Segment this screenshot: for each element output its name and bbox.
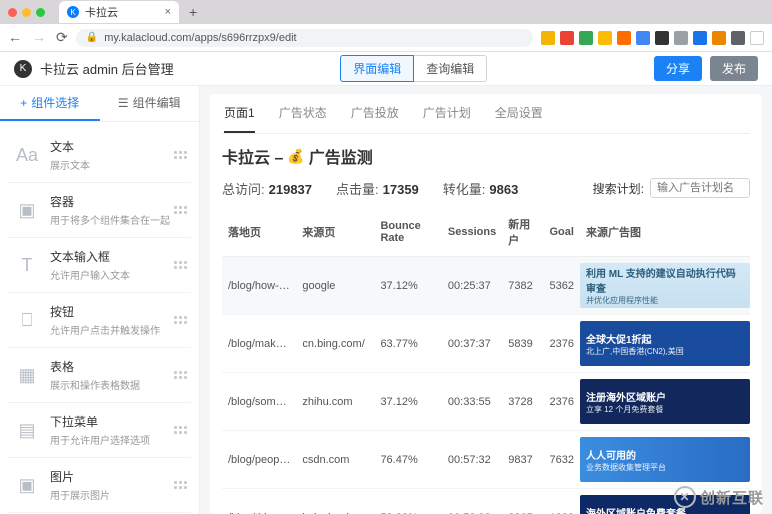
new-tab-button[interactable]: + xyxy=(185,4,201,20)
ext-icon[interactable] xyxy=(731,31,745,45)
component-item-dropdown[interactable]: ▤下拉菜单用于允许用户选择选项 xyxy=(8,403,191,458)
extension-icons xyxy=(541,31,764,45)
text-icon: Aa xyxy=(12,140,42,170)
lock-icon: 🔒 xyxy=(86,32,98,43)
stats-row: 总访问:219837 点击量:17359 转化量:9863 搜索计划: xyxy=(222,178,750,198)
ad-image: 利用 ML 支持的建议自动执行代码审查并优化应用程序性能 xyxy=(580,263,750,308)
component-item-textinput[interactable]: T文本输入框允许用户输入文本 xyxy=(8,238,191,293)
tab-adstatus[interactable]: 广告状态 xyxy=(279,94,327,133)
share-button[interactable]: 分享 xyxy=(654,56,702,81)
ext-icon[interactable] xyxy=(636,31,650,45)
forward-icon[interactable]: → xyxy=(32,29,46,46)
image-icon: ▣ xyxy=(12,470,42,500)
ext-icon[interactable] xyxy=(693,31,707,45)
close-window-icon[interactable] xyxy=(8,8,17,17)
browser-chrome: K 卡拉云 × + ← → ⟳ 🔒 my.kalacloud.com/apps/… xyxy=(0,0,772,52)
drag-handle-icon[interactable] xyxy=(174,206,187,214)
ext-icon[interactable] xyxy=(579,31,593,45)
watermark: ✕ 创新互联 xyxy=(674,486,764,508)
drag-handle-icon[interactable] xyxy=(174,261,187,269)
ext-icon[interactable] xyxy=(541,31,555,45)
ad-image: 人人可用的业务数据收集管理平台 xyxy=(580,437,750,482)
drag-handle-icon[interactable] xyxy=(174,316,187,324)
tab-global[interactable]: 全局设置 xyxy=(495,94,543,133)
app-logo-icon: K xyxy=(14,60,32,78)
back-icon[interactable]: ← xyxy=(8,29,22,46)
window-controls xyxy=(8,8,45,17)
url-input[interactable]: 🔒 my.kalacloud.com/apps/s696rrzpx9/edit xyxy=(76,29,533,47)
component-item-button[interactable]: ⎕按钮允许用户点击并触发操作 xyxy=(8,293,191,348)
publish-button[interactable]: 发布 xyxy=(710,56,758,81)
table-icon: ▦ xyxy=(12,360,42,390)
search-plan-input[interactable] xyxy=(650,178,750,198)
tab-close-icon[interactable]: × xyxy=(165,6,171,18)
address-bar: ← → ⟳ 🔒 my.kalacloud.com/apps/s696rrzpx9… xyxy=(0,24,772,52)
dropdown-icon: ▤ xyxy=(12,415,42,445)
textinput-icon: T xyxy=(12,250,42,280)
ext-icon[interactable] xyxy=(617,31,631,45)
tab-favicon-icon: K xyxy=(67,6,79,18)
ext-icon[interactable] xyxy=(560,31,574,45)
url-text: my.kalacloud.com/apps/s696rrzpx9/edit xyxy=(104,32,296,44)
ext-icon[interactable] xyxy=(655,31,669,45)
component-item-text[interactable]: Aa文本展示文本 xyxy=(8,128,191,183)
reload-icon[interactable]: ⟳ xyxy=(56,29,68,46)
query-edit-tab[interactable]: 查询编辑 xyxy=(414,55,487,82)
tab-adplan[interactable]: 广告计划 xyxy=(423,94,471,133)
component-item-container[interactable]: ▣容器用于将多个组件集合在一起 xyxy=(8,183,191,238)
data-table: 落地页 来源页 Bounce Rate Sessions 新用户 Goal 来源… xyxy=(222,208,750,514)
drag-handle-icon[interactable] xyxy=(174,151,187,159)
drag-handle-icon[interactable] xyxy=(174,481,187,489)
search-label: 搜索计划: xyxy=(593,180,644,197)
table-row[interactable]: /blog/mak…cn.bing.com/63.77%00:37:375839… xyxy=(222,315,750,373)
ad-image: 全球大促1折起北上广,中国香港(CN2),美国 xyxy=(580,321,750,366)
component-list: Aa文本展示文本 ▣容器用于将多个组件集合在一起 T文本输入框允许用户输入文本 … xyxy=(0,122,199,514)
maximize-window-icon[interactable] xyxy=(36,8,45,17)
table-row[interactable]: /blog/som…zhihu.com37.12%00:33:553728237… xyxy=(222,373,750,431)
canvas-tabs: 页面1 广告状态 广告投放 广告计划 全局设置 xyxy=(222,94,750,134)
ext-icon[interactable] xyxy=(712,31,726,45)
ext-icon[interactable] xyxy=(750,31,764,45)
tab-title: 卡拉云 xyxy=(85,4,118,20)
moneybag-icon: 💰 xyxy=(287,148,304,165)
app-title: 卡拉云 admin 后台管理 xyxy=(40,59,174,78)
table-row[interactable]: /blog/thing…kalacloud.c…52.33%00:53:3283… xyxy=(222,489,750,514)
browser-tab[interactable]: K 卡拉云 × xyxy=(59,1,179,23)
sidebar-tab-component-select[interactable]: +组件选择 xyxy=(0,86,100,121)
ad-image: 注册海外区域账户立享 12 个月免费套餐 xyxy=(580,379,750,424)
watermark-logo-icon: ✕ xyxy=(674,486,696,508)
page-edit-tab[interactable]: 界面编辑 xyxy=(340,55,414,82)
tab-addelivery[interactable]: 广告投放 xyxy=(351,94,399,133)
drag-handle-icon[interactable] xyxy=(174,426,187,434)
ext-icon[interactable] xyxy=(598,31,612,45)
page-title: 卡拉云 – 💰 广告监测 xyxy=(222,144,750,168)
ext-icon[interactable] xyxy=(674,31,688,45)
sidebar: +组件选择 ☰组件编辑 Aa文本展示文本 ▣容器用于将多个组件集合在一起 T文本… xyxy=(0,86,200,514)
container-icon: ▣ xyxy=(12,195,42,225)
browser-tab-bar: K 卡拉云 × + xyxy=(0,0,772,24)
tab-page1[interactable]: 页面1 xyxy=(224,94,255,133)
component-item-image[interactable]: ▣图片用于展示图片 xyxy=(8,458,191,513)
minimize-window-icon[interactable] xyxy=(22,8,31,17)
sidebar-tab-component-edit[interactable]: ☰组件编辑 xyxy=(100,86,200,121)
app-header: K 卡拉云 admin 后台管理 界面编辑 查询编辑 分享 发布 xyxy=(0,52,772,86)
drag-handle-icon[interactable] xyxy=(174,371,187,379)
canvas-area: 页面1 广告状态 广告投放 广告计划 全局设置 卡拉云 – 💰 广告监测 总访问… xyxy=(200,86,772,514)
table-row[interactable]: /blog/how-…google37.12%00:25:3773825362利… xyxy=(222,257,750,315)
table-row[interactable]: /blog/peop…csdn.com76.47%00:57:329837763… xyxy=(222,431,750,489)
component-item-table[interactable]: ▦表格展示和操作表格数据 xyxy=(8,348,191,403)
button-icon: ⎕ xyxy=(12,305,42,335)
